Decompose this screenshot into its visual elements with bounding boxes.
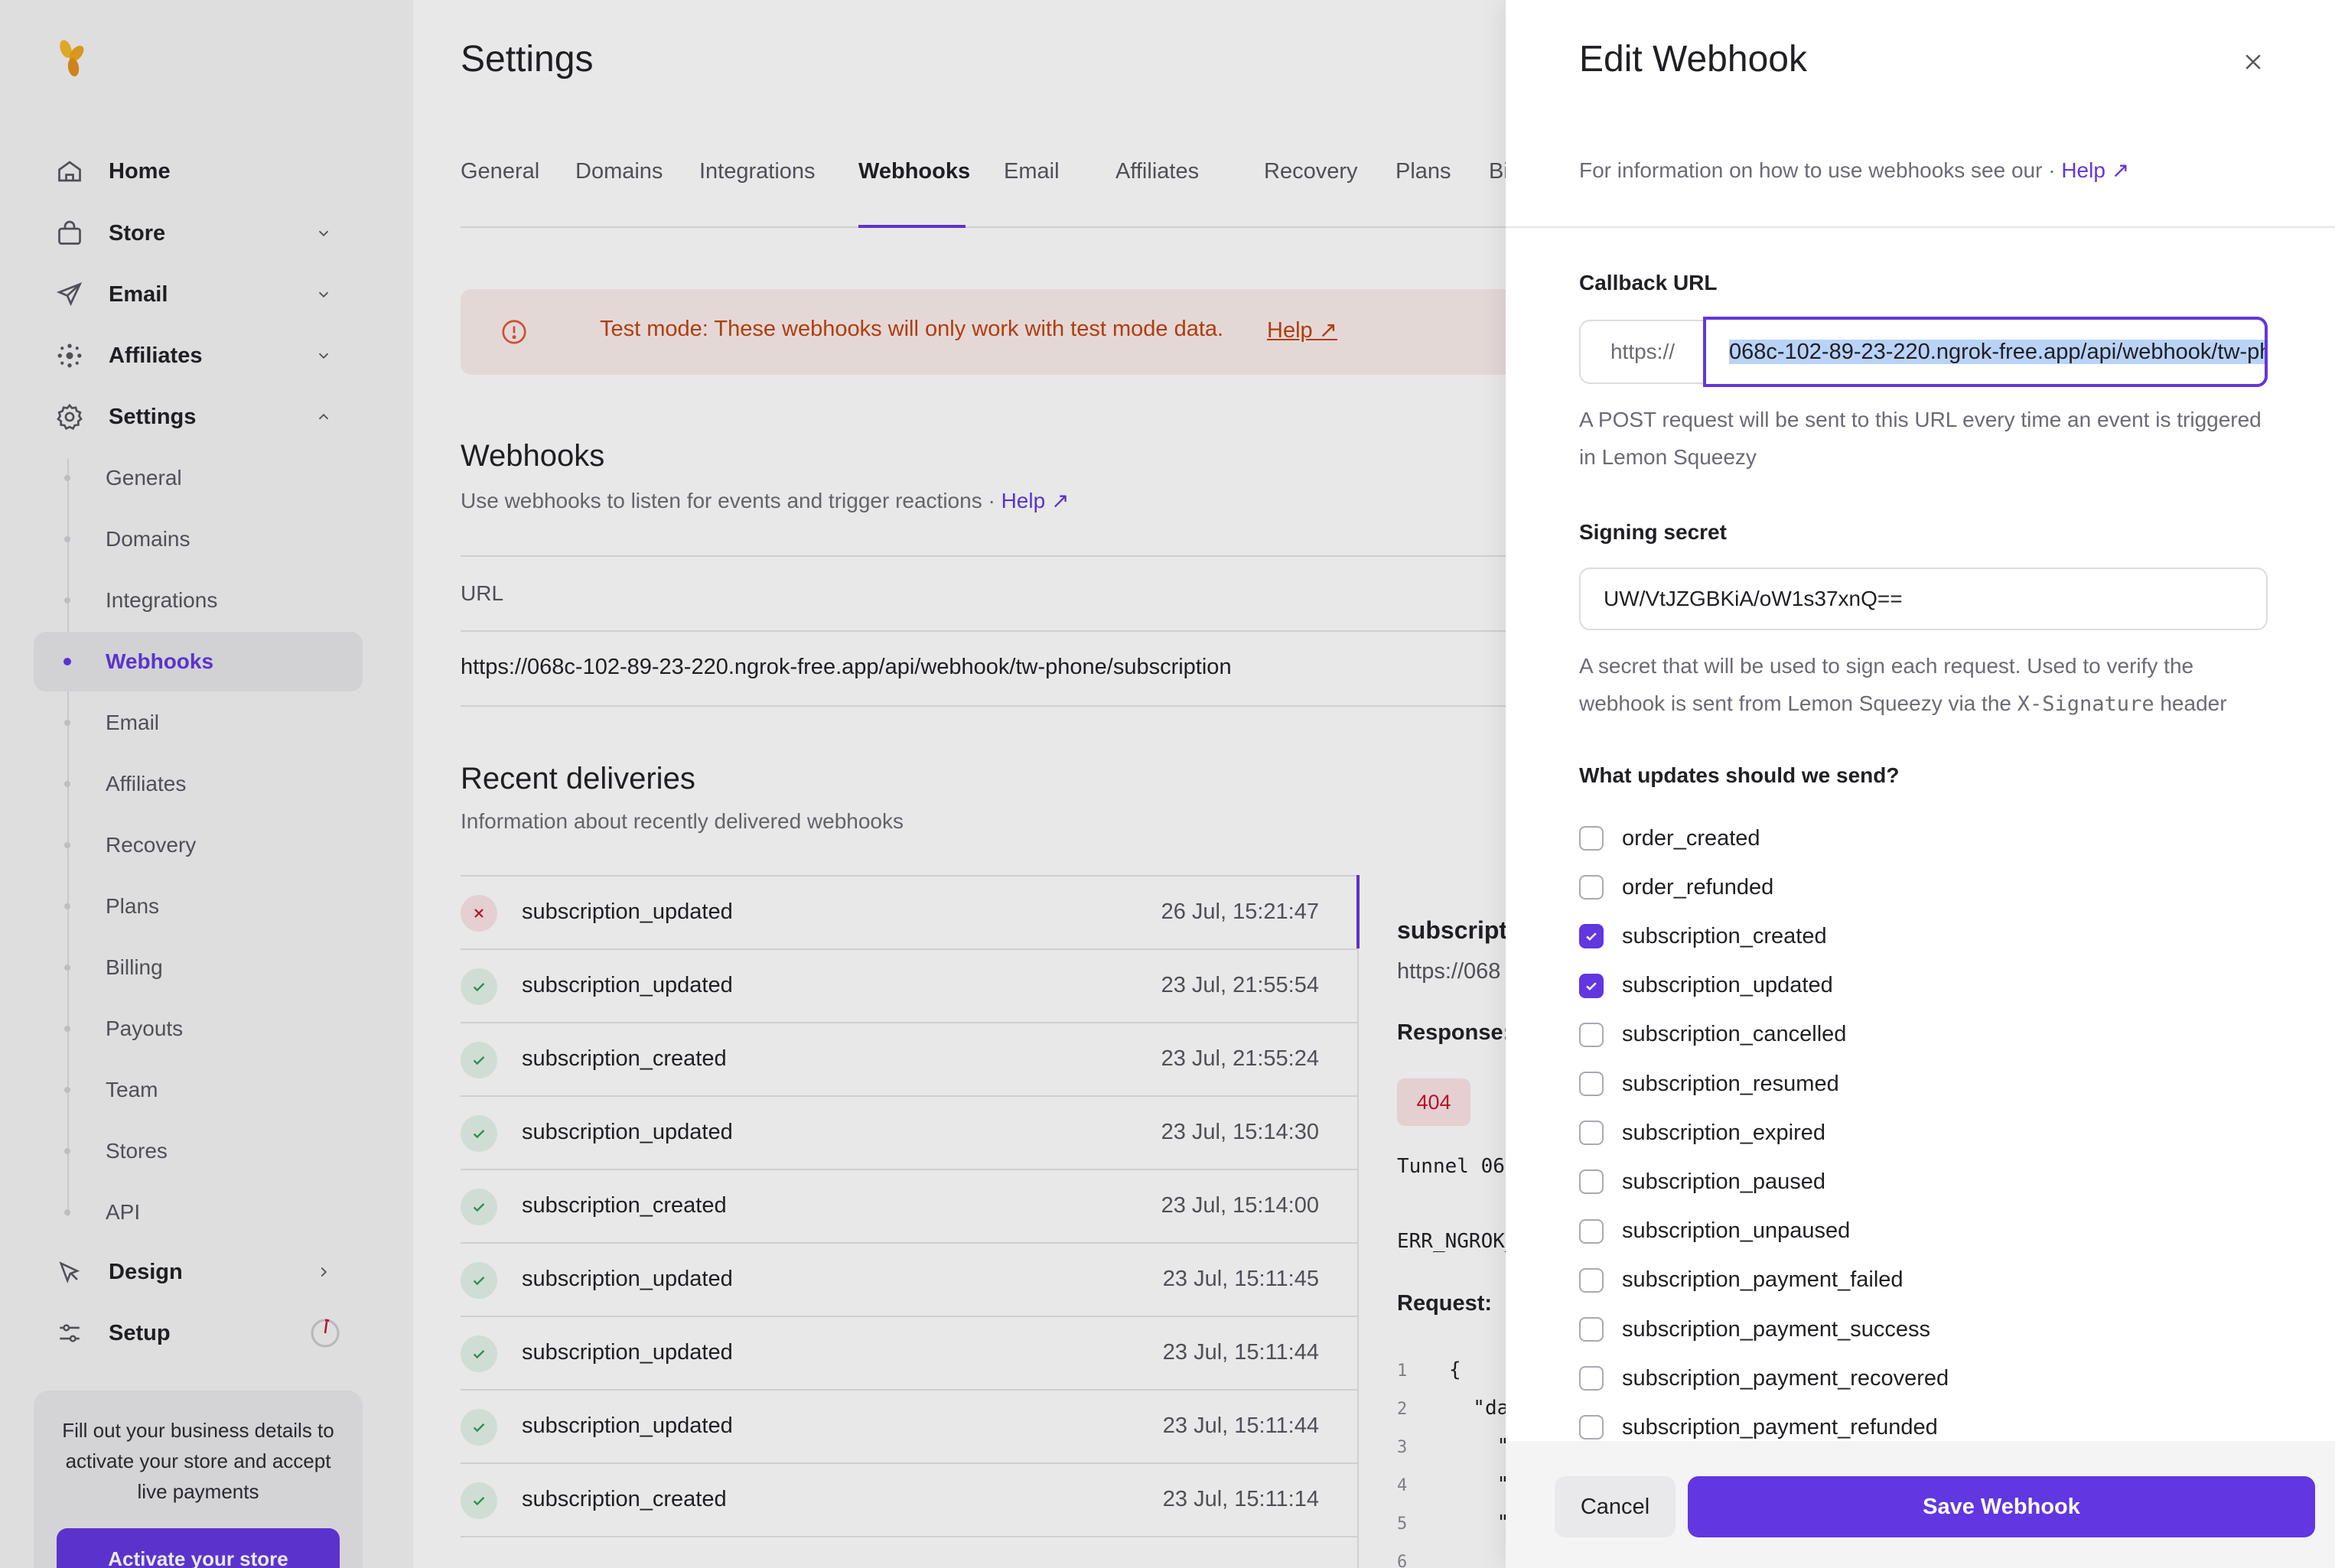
close-icon[interactable] (2234, 43, 2272, 81)
event-option-subscription-payment-failed[interactable]: subscription_payment_failed (1579, 1265, 1903, 1296)
event-option-subscription-unpaused[interactable]: subscription_unpaused (1579, 1216, 1850, 1247)
drawer-help-link[interactable]: Help ↗ (2061, 158, 2129, 182)
event-option-subscription-cancelled[interactable]: subscription_cancelled (1579, 1020, 1846, 1050)
event-option-subscription-payment-success[interactable]: subscription_payment_success (1579, 1314, 1930, 1345)
checkbox[interactable] (1579, 1267, 1604, 1293)
checkbox[interactable] (1579, 924, 1604, 949)
url-prefix: https:// (1579, 320, 1705, 384)
event-option-subscription-updated[interactable]: subscription_updated (1579, 971, 1833, 1001)
event-option-order-created[interactable]: order_created (1579, 823, 1760, 854)
checkbox[interactable] (1579, 1169, 1604, 1195)
signing-secret-label: Signing secret (1579, 520, 1727, 544)
callback-url-value: 068c-102-89-23-220.ngrok-free.app/api/we… (1729, 340, 2265, 364)
event-option-order-refunded[interactable]: order_refunded (1579, 872, 1773, 903)
event-label: order_refunded (1622, 874, 1774, 899)
checkbox[interactable] (1579, 1121, 1604, 1146)
checkbox[interactable] (1579, 1317, 1604, 1342)
checkbox[interactable] (1579, 1072, 1604, 1096)
event-option-subscription-payment-refunded[interactable]: subscription_payment_refunded (1579, 1412, 1938, 1443)
app-window: Home Store Email Affiliates Settings Gen… (0, 0, 2335, 1568)
event-option-subscription-paused[interactable]: subscription_paused (1579, 1166, 1825, 1197)
signing-secret-hint: A secret that will be used to sign each … (1579, 647, 2268, 723)
checkbox[interactable] (1579, 875, 1604, 900)
cancel-button[interactable]: Cancel (1555, 1476, 1676, 1537)
event-label: order_created (1622, 825, 1760, 851)
checkbox[interactable] (1579, 1366, 1604, 1391)
checkbox[interactable] (1579, 973, 1604, 998)
signing-secret-input[interactable] (1579, 568, 2268, 630)
drawer-title: Edit Webhook (1579, 39, 1807, 80)
event-label: subscription_unpaused (1622, 1218, 1851, 1244)
event-option-subscription-resumed[interactable]: subscription_resumed (1579, 1069, 1839, 1099)
checkbox[interactable] (1579, 826, 1604, 851)
event-label: subscription_expired (1622, 1120, 1825, 1145)
drawer-divider (1506, 226, 2335, 228)
event-label: subscription_paused (1622, 1169, 1826, 1194)
event-label: subscription_created (1622, 923, 1827, 948)
checkbox[interactable] (1579, 1415, 1604, 1440)
event-option-subscription-expired[interactable]: subscription_expired (1579, 1117, 1825, 1148)
drawer-footer: Cancel Save Webhook (1506, 1441, 2335, 1568)
event-label: subscription_cancelled (1622, 1022, 1847, 1047)
callback-url-input[interactable]: 068c-102-89-23-220.ngrok-free.app/api/we… (1703, 317, 2268, 387)
event-label: subscription_payment_refunded (1622, 1414, 1938, 1440)
save-webhook-button[interactable]: Save Webhook (1688, 1476, 2315, 1537)
event-label: subscription_payment_recovered (1622, 1365, 1949, 1391)
event-option-subscription-created[interactable]: subscription_created (1579, 921, 1827, 952)
event-label: subscription_updated (1622, 973, 1833, 998)
checkbox[interactable] (1579, 1218, 1604, 1244)
callback-url-label: Callback URL (1579, 271, 1718, 294)
events-label: What updates should we send? (1579, 763, 1900, 787)
drawer-info-text: For information on how to use webhooks s… (1579, 158, 2062, 182)
event-label: subscription_payment_failed (1622, 1267, 1903, 1293)
modal-backdrop[interactable] (0, 0, 1506, 1568)
edit-webhook-drawer: Edit Webhook For information on how to u… (1506, 0, 2335, 1568)
callback-url-group: https:// 068c-102-89-23-220.ngrok-free.a… (1579, 317, 2268, 387)
signature-header-code: X-Signature (2017, 692, 2154, 716)
event-label: subscription_resumed (1622, 1071, 1839, 1096)
event-option-subscription-payment-recovered[interactable]: subscription_payment_recovered (1579, 1363, 1949, 1394)
checkbox[interactable] (1579, 1022, 1604, 1047)
signing-secret-hint-end: header (2154, 691, 2227, 715)
callback-url-hint: A POST request will be sent to this URL … (1579, 408, 2262, 469)
event-label: subscription_payment_success (1622, 1316, 1930, 1342)
drawer-info: For information on how to use webhooks s… (1579, 158, 2129, 183)
